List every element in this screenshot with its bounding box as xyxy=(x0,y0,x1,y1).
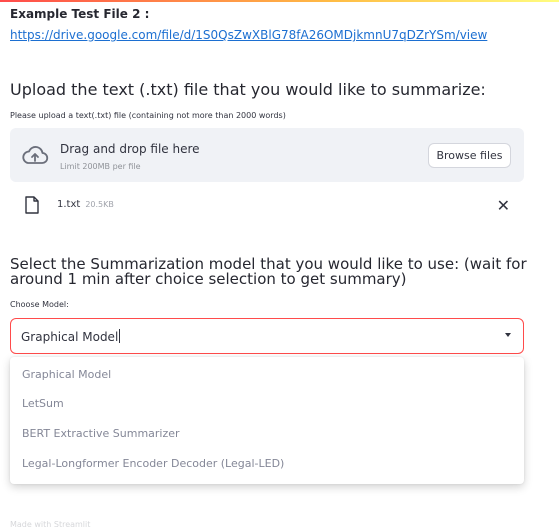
option-bert-extractive[interactable]: BERT Extractive Summarizer xyxy=(22,427,180,440)
drop-instruction: Drag and drop file here xyxy=(60,142,200,156)
upload-instructions: Please upload a text(.txt) file (contain… xyxy=(10,111,286,120)
model-select[interactable]: Graphical Model xyxy=(10,318,524,354)
file-name-text: 1.txt xyxy=(57,199,81,210)
option-graphical-model[interactable]: Graphical Model xyxy=(22,368,111,381)
footer-ghost-text: Made with Streamlit xyxy=(10,520,91,529)
cloud-upload-icon xyxy=(22,146,49,164)
model-dropdown-menu: Graphical Model LetSum BERT Extractive S… xyxy=(10,357,524,484)
upload-heading: Upload the text (.txt) file that you wou… xyxy=(10,80,486,99)
file-size-limit: Limit 200MB per file xyxy=(60,162,141,171)
chevron-down-icon[interactable] xyxy=(505,333,511,337)
option-letsum[interactable]: LetSum xyxy=(22,397,64,410)
uploaded-file-row: 1.txt 20.5KB ✕ xyxy=(10,195,524,219)
option-legal-led[interactable]: Legal-Longformer Encoder Decoder (Legal-… xyxy=(22,457,284,470)
choose-model-label: Choose Model: xyxy=(10,300,69,309)
test-file-link[interactable]: https://drive.google.com/file/d/1S0QsZwX… xyxy=(10,28,487,42)
file-icon xyxy=(25,196,39,214)
file-size: 20.5KB xyxy=(85,200,114,209)
top-decoration-bar xyxy=(0,0,559,2)
close-icon[interactable]: ✕ xyxy=(497,195,510,217)
uploaded-file-name: 1.txt 20.5KB xyxy=(57,199,114,210)
model-select-value: Graphical Model xyxy=(21,329,121,344)
selected-model-text: Graphical Model xyxy=(21,330,119,344)
file-dropzone[interactable]: Drag and drop file here Limit 200MB per … xyxy=(10,128,524,182)
text-caret xyxy=(119,329,121,343)
test-file-label: Example Test File 2 : xyxy=(10,7,150,21)
browse-files-button[interactable]: Browse files xyxy=(428,143,511,168)
model-heading: Select the Summarization model that you … xyxy=(10,255,527,288)
